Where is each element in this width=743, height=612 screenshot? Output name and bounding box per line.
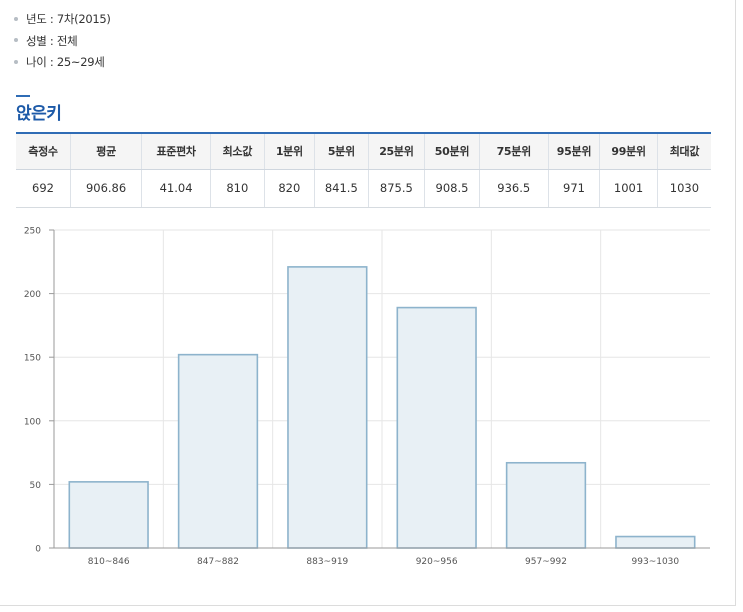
stats-value-cell: 692 xyxy=(16,169,71,208)
stats-header-cell: 50분위 xyxy=(424,132,480,170)
stats-header-cell: 99분위 xyxy=(599,132,658,170)
stats-header-cell: 5분위 xyxy=(314,132,369,170)
stats-value-cell: 1001 xyxy=(599,169,658,208)
y-tick-label: 50 xyxy=(30,481,42,491)
stats-value-cell: 820 xyxy=(263,169,315,208)
stats-header-cell: 표준편차 xyxy=(141,132,211,170)
x-tick-label: 847~882 xyxy=(197,557,239,567)
info-item-age: 나이 : 25~29세 xyxy=(14,52,111,74)
stats-header-cell: 75분위 xyxy=(478,132,549,170)
stats-value-cell: 810 xyxy=(210,169,265,208)
stats-value-cell: 906.86 xyxy=(70,169,142,208)
x-tick-label: 810~846 xyxy=(88,557,130,567)
stats-header-row: 측정수 평균 표준편차 최소값 1분위 5분위 25분위 50분위 75분위 9… xyxy=(16,132,711,170)
stats-header-cell: 25분위 xyxy=(367,132,425,170)
bullet-icon xyxy=(14,16,18,21)
info-year-label: 년도 : 7차(2015) xyxy=(26,12,111,26)
y-tick-label: 0 xyxy=(35,545,41,555)
stats-header-cell: 평균 xyxy=(70,132,142,170)
section-title-accent xyxy=(16,95,30,97)
stats-value-cell: 875.5 xyxy=(367,169,425,208)
x-tick-label: 920~956 xyxy=(416,557,458,567)
stats-header-cell: 95분위 xyxy=(547,132,600,170)
info-list: 년도 : 7차(2015) 성별 : 전체 나이 : 25~29세 xyxy=(14,9,111,74)
stats-header-cell: 최소값 xyxy=(210,132,265,170)
stats-header-cell: 최대값 xyxy=(656,132,711,170)
info-age-label: 나이 : 25~29세 xyxy=(26,55,105,69)
info-item-year: 년도 : 7차(2015) xyxy=(14,9,111,31)
stats-value-cell: 1030 xyxy=(656,169,711,208)
histogram-bar xyxy=(615,535,696,549)
x-tick-label: 993~1030 xyxy=(632,557,680,567)
stats-value-cell: 41.04 xyxy=(141,169,211,208)
section-title: 앉은키 xyxy=(16,104,62,124)
histogram-chart: 0 50 100 150 200 250 810~846 847~882 883~919 920~… xyxy=(24,227,710,567)
bullet-icon xyxy=(14,59,18,64)
histogram-bar xyxy=(505,461,587,549)
stats-header-cell: 측정수 xyxy=(16,132,71,170)
y-tick-label: 250 xyxy=(24,227,41,237)
stats-value-row: 692 906.86 41.04 810 820 841.5 875.5 908… xyxy=(16,169,711,208)
x-tick-label: 883~919 xyxy=(306,557,348,567)
stats-table: 측정수 평균 표준편차 최소값 1분위 5분위 25분위 50분위 75분위 9… xyxy=(16,132,711,208)
stats-header-cell: 1분위 xyxy=(263,132,315,170)
y-tick-label: 200 xyxy=(24,290,41,300)
x-tick-label: 957~992 xyxy=(525,557,567,567)
histogram-bar xyxy=(68,481,149,549)
histogram-bar xyxy=(177,353,259,549)
y-tick-label: 150 xyxy=(24,354,41,364)
bullet-icon xyxy=(14,38,18,42)
y-tick-label: 100 xyxy=(24,417,41,427)
stats-value-cell: 908.5 xyxy=(424,169,480,208)
stats-value-cell: 936.5 xyxy=(478,169,549,208)
histogram-bar xyxy=(396,306,477,549)
info-gender-label: 성별 : 전체 xyxy=(26,33,78,48)
histogram-bar xyxy=(287,266,368,549)
stats-value-cell: 971 xyxy=(547,169,600,208)
info-item-gender: 성별 : 전체 xyxy=(14,31,111,53)
stats-value-cell: 841.5 xyxy=(314,169,369,208)
